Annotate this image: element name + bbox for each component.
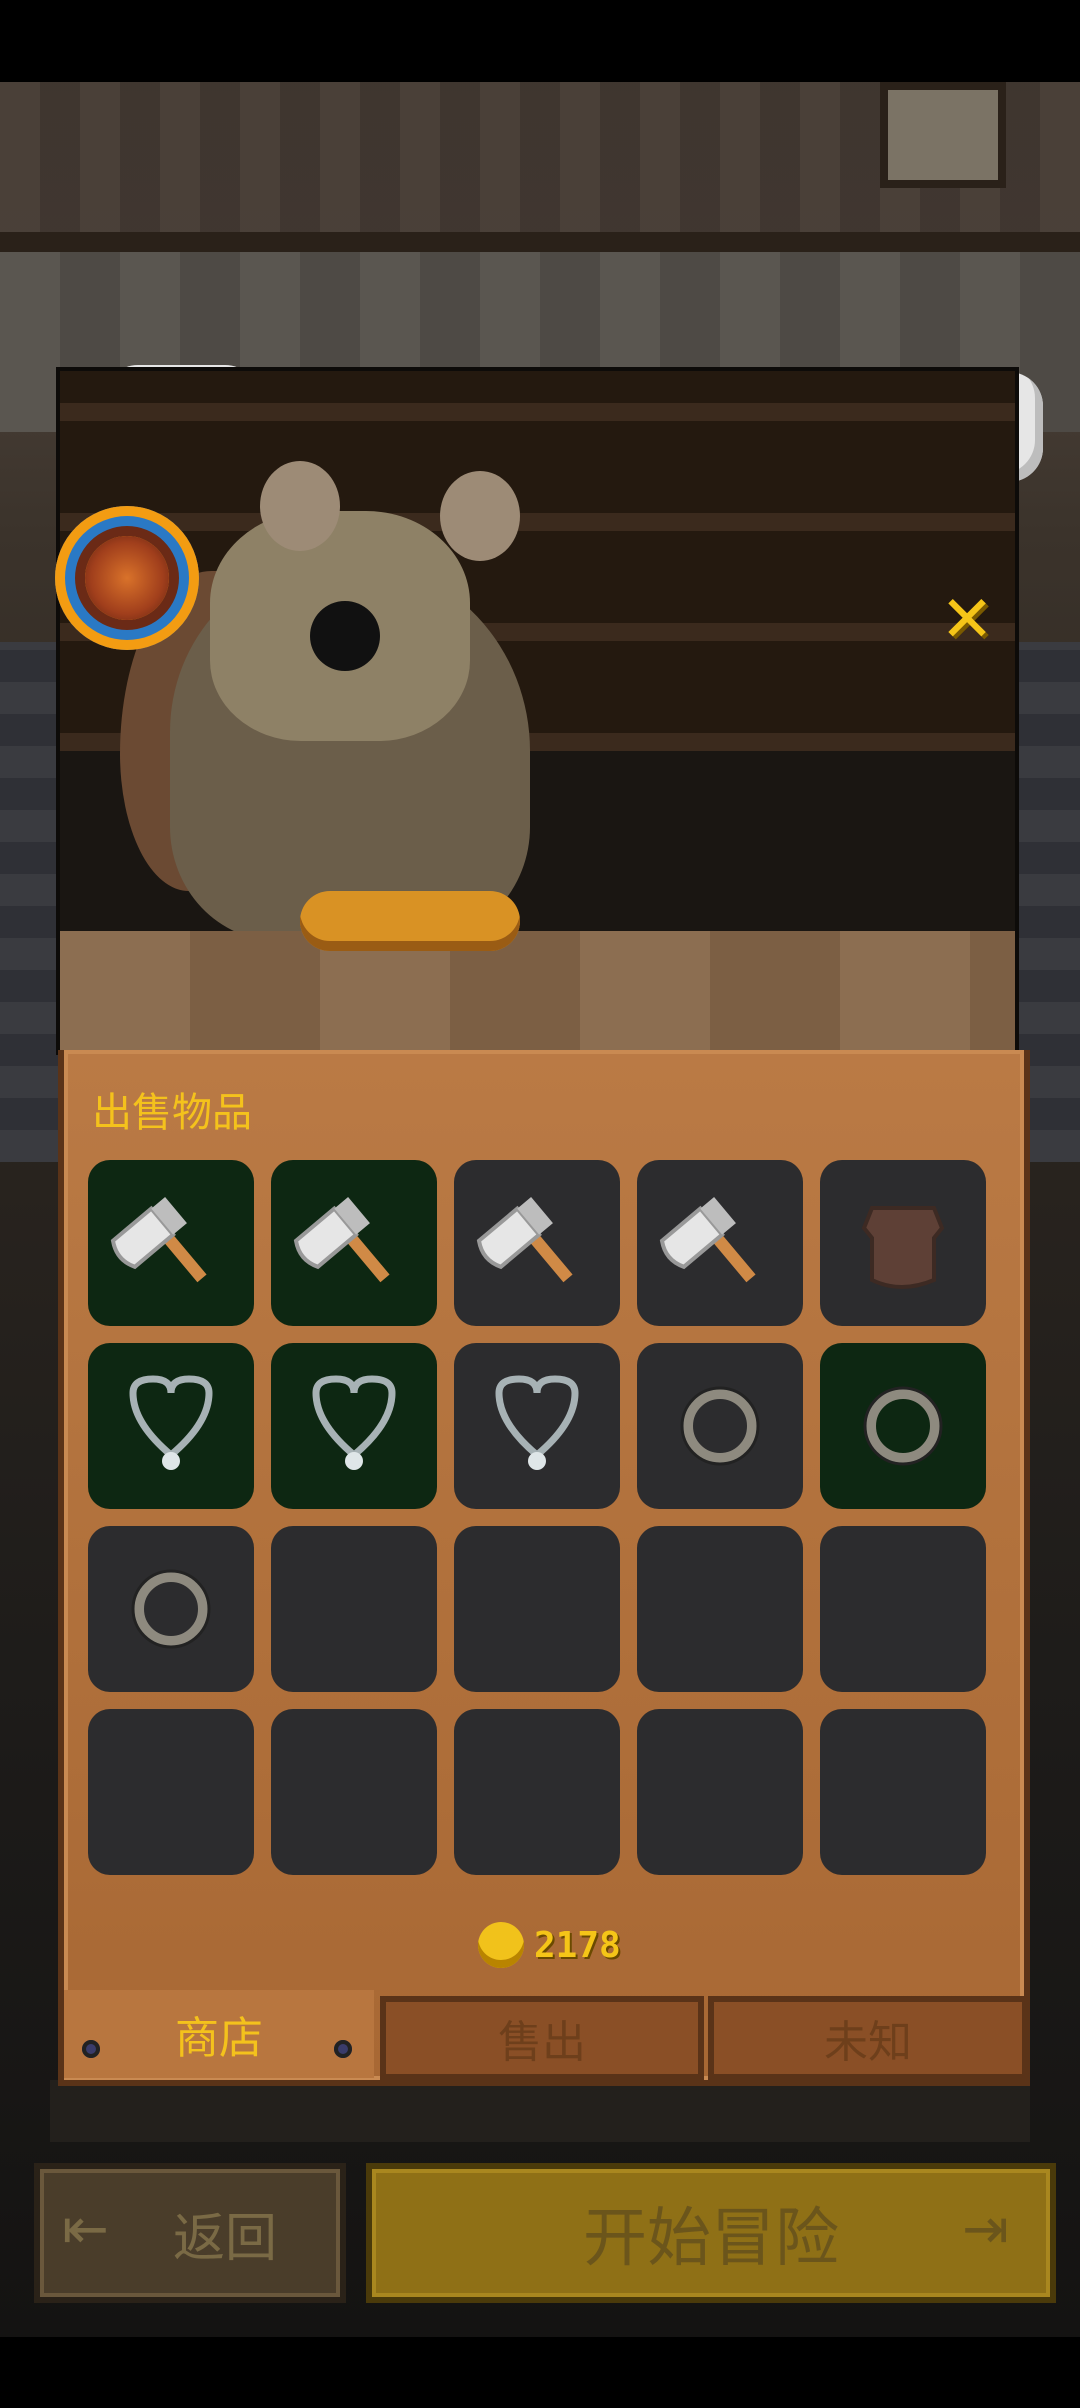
leather-armor-icon bbox=[861, 1206, 945, 1289]
start-adventure-button[interactable]: 开始冒险 ⇥ bbox=[366, 2163, 1056, 2303]
ring-icon bbox=[680, 1386, 760, 1466]
merchant-emblem-icon bbox=[55, 506, 199, 650]
axe-icon bbox=[110, 1197, 207, 1283]
axe-icon bbox=[659, 1197, 756, 1283]
merchant-portrait bbox=[56, 367, 1019, 1055]
close-icon[interactable]: ✕ bbox=[935, 588, 999, 652]
tab-sell-label: 售出 bbox=[498, 2017, 586, 2068]
panel-title: 出售物品 bbox=[92, 1090, 252, 1136]
inventory-slot[interactable] bbox=[88, 1526, 254, 1692]
necklace-icon bbox=[312, 1375, 396, 1470]
empty-slot[interactable] bbox=[271, 1526, 437, 1692]
tab-shop[interactable]: 商店 bbox=[64, 1990, 374, 2078]
currency-display: 2178 bbox=[478, 1920, 621, 1970]
tab-unknown[interactable]: 未知 bbox=[708, 1996, 1028, 2080]
system-bar bbox=[0, 2337, 1080, 2408]
start-adventure-label: 开始冒险 bbox=[583, 2202, 839, 2276]
tab-unknown-label: 未知 bbox=[824, 2017, 912, 2068]
enter-door-icon: ⇥ bbox=[962, 2197, 1009, 2262]
back-button-label: 返回 bbox=[172, 2208, 277, 2269]
inventory-slot[interactable] bbox=[88, 1160, 254, 1326]
roof-beam bbox=[0, 232, 1080, 252]
currency-value: 2178 bbox=[534, 1924, 621, 1966]
empty-slot[interactable] bbox=[271, 1709, 437, 1875]
necklace-icon bbox=[129, 1375, 213, 1470]
ring-icon bbox=[131, 1569, 211, 1649]
inventory-slot[interactable] bbox=[820, 1160, 986, 1326]
eyepatch bbox=[310, 601, 380, 671]
window bbox=[880, 82, 1006, 188]
empty-slot[interactable] bbox=[454, 1709, 620, 1875]
inventory-slot[interactable] bbox=[637, 1160, 803, 1326]
rivet bbox=[82, 2040, 100, 2058]
gold-coins-pile bbox=[300, 891, 520, 951]
empty-slot[interactable] bbox=[637, 1526, 803, 1692]
necklace-icon bbox=[495, 1375, 579, 1470]
rivet bbox=[334, 2040, 352, 2058]
tab-sell[interactable]: 售出 bbox=[380, 1996, 704, 2080]
exit-door-icon: ⇤ bbox=[62, 2197, 109, 2262]
empty-slot[interactable] bbox=[88, 1709, 254, 1875]
inventory-slot[interactable] bbox=[454, 1343, 620, 1509]
rat-ear bbox=[260, 461, 340, 551]
rat-ear bbox=[440, 471, 520, 561]
inventory-slot[interactable] bbox=[271, 1343, 437, 1509]
empty-slot[interactable] bbox=[637, 1709, 803, 1875]
inventory-slot[interactable] bbox=[88, 1343, 254, 1509]
inventory-slot[interactable] bbox=[454, 1160, 620, 1326]
tab-shop-label: 商店 bbox=[175, 2013, 263, 2064]
empty-slot[interactable] bbox=[820, 1526, 986, 1692]
axe-icon bbox=[476, 1197, 573, 1283]
inventory-slot[interactable] bbox=[271, 1160, 437, 1326]
empty-slot[interactable] bbox=[454, 1526, 620, 1692]
inventory-slot[interactable] bbox=[820, 1343, 986, 1509]
empty-slot[interactable] bbox=[820, 1709, 986, 1875]
inventory-slot[interactable] bbox=[637, 1343, 803, 1509]
axe-icon bbox=[293, 1197, 390, 1283]
shop-counter bbox=[60, 931, 1015, 1051]
coin-icon bbox=[478, 1922, 524, 1968]
back-button[interactable]: ⇤ 返回 bbox=[34, 2163, 346, 2303]
panel-shadow bbox=[50, 2080, 1030, 2142]
ring-icon bbox=[863, 1386, 943, 1466]
